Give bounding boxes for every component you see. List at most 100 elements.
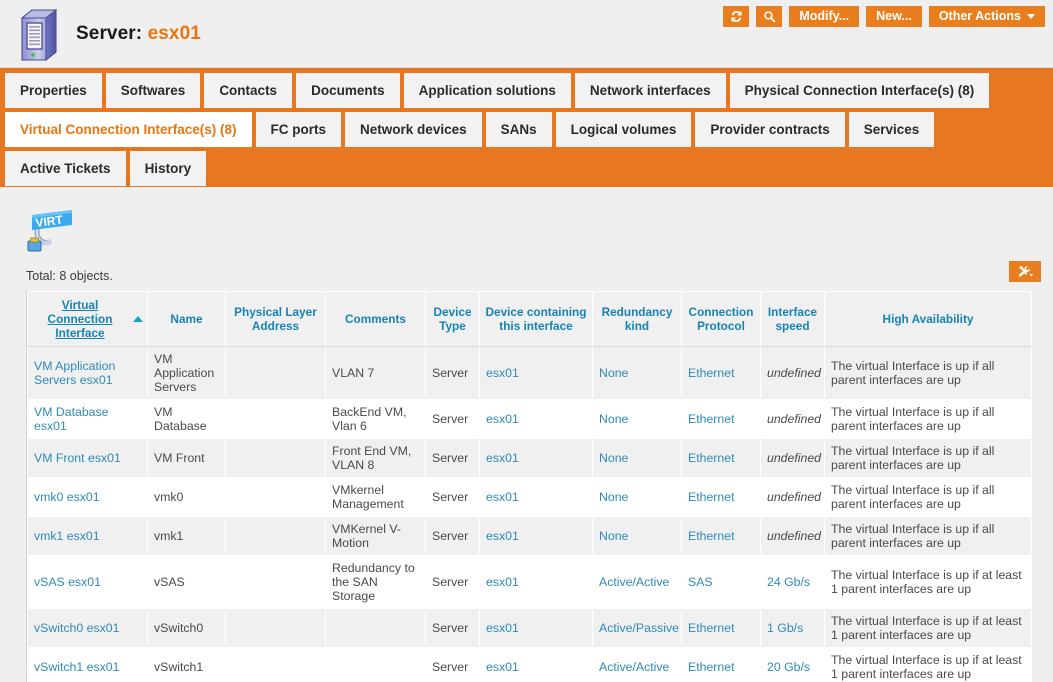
tab-network-interfaces[interactable]: Network interfaces (574, 73, 726, 108)
cell-protocol-link[interactable]: Ethernet (688, 490, 735, 504)
cell-comments: VMkernel Management (325, 477, 426, 517)
cell-device-link[interactable]: esx01 (486, 490, 519, 504)
table-row[interactable]: VM Database esx01 VM Database BackEnd VM… (27, 399, 1032, 439)
cell-redundancy-link[interactable]: Active/Passive (599, 621, 679, 635)
cell-redundancy-link[interactable]: Active/Active (599, 660, 669, 674)
other-actions-label: Other Actions (938, 9, 1021, 23)
cell-protocol-link[interactable]: Ethernet (688, 412, 735, 426)
refresh-button[interactable] (723, 6, 750, 27)
cell-physical-layer-address (225, 346, 326, 400)
column-header-connection-protocol[interactable]: Connection Protocol (681, 291, 761, 347)
cell-vci-link[interactable]: VM Application Servers esx01 (34, 359, 115, 387)
cell-device-type: Server (425, 399, 480, 439)
table-row[interactable]: vmk1 esx01 vmk1 VMKernel V-Motion Server… (27, 516, 1032, 556)
cell-interface-speed-link[interactable]: 20 Gb/s (767, 660, 810, 674)
column-header-comments[interactable]: Comments (325, 291, 426, 347)
tab-application-solutions[interactable]: Application solutions (403, 73, 571, 108)
cell-interface-speed-link[interactable]: 24 Gb/s (767, 575, 810, 589)
table-row[interactable]: vSwitch1 esx01 vSwitch1 Server esx01 Act… (27, 647, 1032, 682)
cell-vci-link[interactable]: VM Database esx01 (34, 405, 109, 433)
cell-redundancy-link[interactable]: None (599, 529, 628, 543)
table-row[interactable]: VM Application Servers esx01 VM Applicat… (27, 346, 1032, 400)
tab-network-devices[interactable]: Network devices (345, 112, 482, 147)
column-header-device-type[interactable]: Device Type (425, 291, 480, 347)
cell-device-type: Server (425, 477, 480, 517)
virt-network-cable-icon: VIRT (27, 210, 72, 252)
cell-vci-link[interactable]: vSwitch0 esx01 (34, 621, 119, 635)
cell-device-type: Server (425, 438, 480, 478)
virtual-connection-interfaces-table-wrap: Virtual Connection Interface Name Physic… (26, 291, 1032, 682)
cell-physical-layer-address (225, 477, 326, 517)
cell-redundancy-link[interactable]: None (599, 490, 628, 504)
cell-device-link[interactable]: esx01 (486, 575, 519, 589)
cell-device-link[interactable]: esx01 (486, 451, 519, 465)
page-title-object: esx01 (147, 23, 201, 44)
table-body: VM Application Servers esx01 VM Applicat… (27, 346, 1032, 682)
table-row[interactable]: vmk0 esx01 vmk0 VMkernel Management Serv… (27, 477, 1032, 517)
cell-name: VM Application Servers (147, 346, 226, 400)
table-row[interactable]: vSwitch0 esx01 vSwitch0 Server esx01 Act… (27, 608, 1032, 648)
column-header-physical-layer-address[interactable]: Physical Layer Address (225, 291, 326, 347)
cell-vci-link[interactable]: vSwitch1 esx01 (34, 660, 119, 674)
cell-name: VM Database (147, 399, 226, 439)
table-row[interactable]: VM Front esx01 VM Front Front End VM, VL… (27, 438, 1032, 478)
tab-provider-contracts[interactable]: Provider contracts (695, 112, 845, 147)
tab-history[interactable]: History (129, 151, 207, 186)
search-icon (764, 11, 776, 23)
column-header-device-containing[interactable]: Device containing this interface (479, 291, 593, 347)
tab-bar: Properties Softwares Contacts Documents … (0, 68, 1053, 187)
tab-documents[interactable]: Documents (296, 73, 400, 108)
cell-protocol-link[interactable]: Ethernet (688, 660, 735, 674)
cell-physical-layer-address (225, 438, 326, 478)
cell-device-link[interactable]: esx01 (486, 621, 519, 635)
column-header-interface-speed[interactable]: Interface speed (760, 291, 825, 347)
cell-protocol-link[interactable]: Ethernet (688, 621, 735, 635)
column-header-redundancy-kind[interactable]: Redundancy kind (592, 291, 682, 347)
column-header-label[interactable]: Virtual Connection Interface (32, 298, 128, 340)
column-header-name[interactable]: Name (147, 291, 226, 347)
tab-sans[interactable]: SANs (485, 112, 552, 147)
modify-button[interactable]: Modify... (789, 6, 860, 27)
cell-redundancy-link[interactable]: None (599, 451, 628, 465)
tab-active-tickets[interactable]: Active Tickets (5, 151, 126, 186)
tab-virtual-connection-interfaces[interactable]: Virtual Connection Interface(s) (8) (5, 112, 252, 147)
cell-interface-speed: undefined (760, 346, 825, 400)
tab-softwares[interactable]: Softwares (105, 73, 201, 108)
tab-contacts[interactable]: Contacts (204, 73, 293, 108)
cell-interface-speed-link[interactable]: 1 Gb/s (767, 621, 803, 635)
cell-physical-layer-address (225, 647, 326, 682)
cell-device-link[interactable]: esx01 (486, 412, 519, 426)
cell-comments: Front End VM, VLAN 8 (325, 438, 426, 478)
search-button[interactable] (756, 6, 783, 27)
cell-protocol-link[interactable]: SAS (688, 575, 713, 589)
cell-device-link[interactable]: esx01 (486, 529, 519, 543)
cell-vci-link[interactable]: VM Front esx01 (34, 451, 121, 465)
cell-device-link[interactable]: esx01 (486, 660, 519, 674)
cell-vci-link[interactable]: vSAS esx01 (34, 575, 101, 589)
cell-protocol-link[interactable]: Ethernet (688, 529, 735, 543)
cell-protocol-link[interactable]: Ethernet (688, 366, 735, 380)
cell-device-type: Server (425, 608, 480, 648)
page-title: Server: esx01 (76, 23, 201, 45)
table-tools-button[interactable] (1009, 261, 1041, 282)
cell-redundancy-link[interactable]: None (599, 366, 628, 380)
column-header-virtual-connection-interface[interactable]: Virtual Connection Interface (27, 291, 148, 347)
cell-redundancy-link[interactable]: Active/Active (599, 575, 669, 589)
cell-protocol-link[interactable]: Ethernet (688, 451, 735, 465)
column-header-high-availability[interactable]: High Availability (824, 291, 1032, 347)
tab-fc-ports[interactable]: FC ports (255, 112, 342, 147)
cell-device-link[interactable]: esx01 (486, 366, 519, 380)
tab-physical-connection-interfaces[interactable]: Physical Connection Interface(s) (8) (729, 73, 990, 108)
total-count-text: Total: 8 objects. (26, 269, 113, 283)
other-actions-button[interactable]: Other Actions (928, 6, 1045, 27)
cell-name: vmk0 (147, 477, 226, 517)
cell-vci-link[interactable]: vmk1 esx01 (34, 529, 100, 543)
tab-services[interactable]: Services (848, 112, 935, 147)
cell-name: vmk1 (147, 516, 226, 556)
cell-redundancy-link[interactable]: None (599, 412, 628, 426)
table-row[interactable]: vSAS esx01 vSAS Redundancy to the SAN St… (27, 555, 1032, 609)
new-button[interactable]: New... (866, 6, 922, 27)
cell-vci-link[interactable]: vmk0 esx01 (34, 490, 100, 504)
tab-properties[interactable]: Properties (5, 73, 102, 108)
tab-logical-volumes[interactable]: Logical volumes (555, 112, 692, 147)
